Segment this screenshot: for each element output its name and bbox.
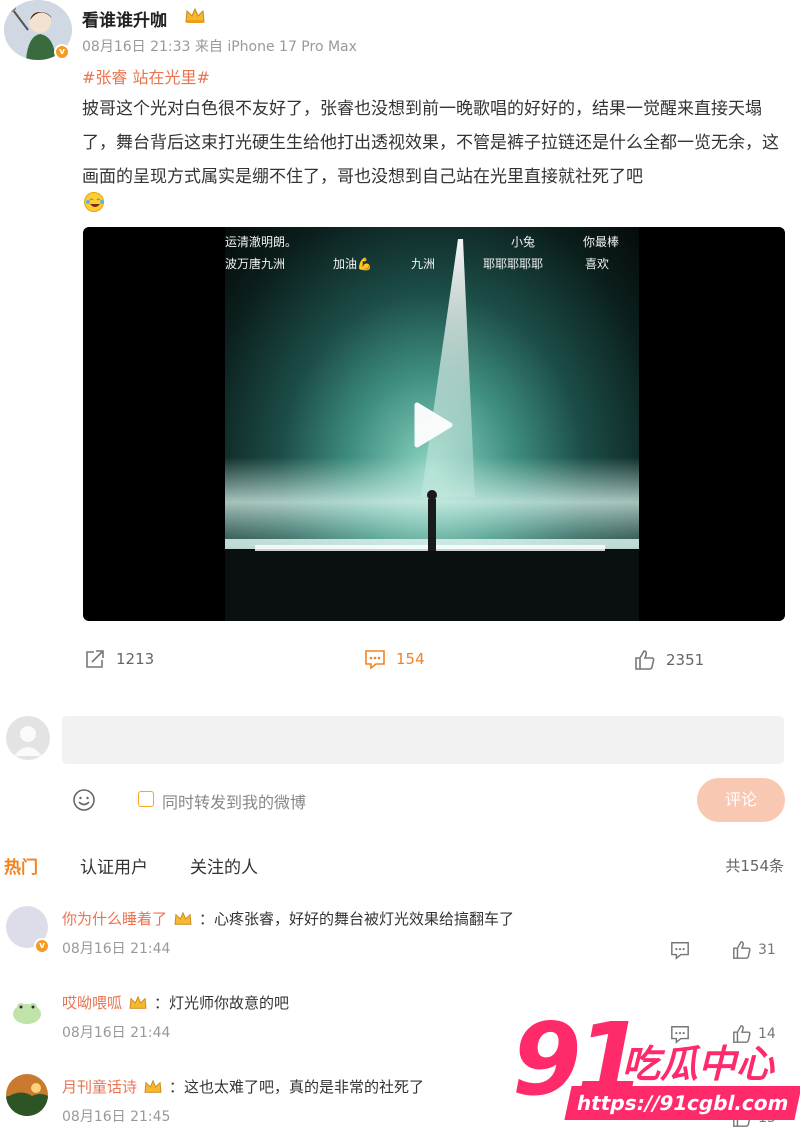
post-hashtag[interactable]: #张睿 站在光里#: [82, 64, 210, 88]
comment-text: ：灯光师你故意的吧: [154, 994, 290, 1012]
commenter-avatar[interactable]: [6, 990, 48, 1032]
repost-icon: [86, 650, 104, 668]
comment-icon: [365, 650, 385, 670]
comment-text: ：这也太难了吧，真的是非常的社死了: [169, 1078, 425, 1096]
comment-count: 154: [396, 650, 425, 668]
comment-input[interactable]: [62, 716, 784, 764]
thumbs-up-icon: [635, 650, 655, 670]
comment-like-button[interactable]: 14: [732, 1024, 776, 1044]
verified-badge-icon: v: [54, 44, 70, 60]
like-button[interactable]: 2351: [634, 649, 704, 671]
crown-icon: [144, 1079, 162, 1093]
verified-badge-icon: v: [34, 938, 50, 954]
reply-icon[interactable]: [670, 940, 690, 960]
repost-checkbox-label: 同时转发到我的微博: [162, 793, 307, 812]
comment-line: 月刊童话诗 ：这也太难了吧，真的是非常的社死了: [62, 1076, 424, 1097]
comment-line: 哎呦喂呱 ：灯光师你故意的吧: [62, 992, 289, 1013]
danmu-text: 加油💪: [333, 257, 372, 271]
comment-total: 共154条: [725, 857, 784, 875]
tab-following[interactable]: 关注的人: [190, 853, 258, 878]
tab-verified-users[interactable]: 认证用户: [80, 853, 148, 878]
danmu-text: 运清澈明朗。: [225, 235, 298, 249]
comment-line: 你为什么睡着了 ：心疼张睿，好好的舞台被灯光效果给搞翻车了: [62, 908, 514, 929]
commenter-name[interactable]: 哎呦喂呱: [62, 992, 122, 1013]
crown-icon: [129, 995, 147, 1009]
submit-comment-button[interactable]: 评论: [697, 778, 785, 822]
commenter-name[interactable]: 月刊童话诗: [62, 1076, 137, 1097]
laughing-tears-emoji-icon: [84, 192, 104, 212]
thumbs-up-icon: [733, 1025, 751, 1043]
tab-hot[interactable]: 热门: [4, 853, 38, 878]
comment-text: ：心疼张睿，好好的舞台被灯光效果给搞翻车了: [199, 910, 515, 928]
crown-icon: [184, 7, 206, 25]
danmu-text: 九洲: [411, 257, 436, 271]
like-count: 2351: [666, 651, 705, 669]
author-name[interactable]: 看谁谁升咖: [82, 6, 167, 31]
post-body: 披哥这个光对白色很不友好了，张睿也没想到前一晚歌唱的好好的，结果一觉醒来直接天塌…: [82, 99, 779, 187]
comment-like-count: 14: [758, 1026, 776, 1042]
repost-button[interactable]: 1213: [84, 648, 154, 670]
post-meta: 08月16日 21:33 来自 iPhone 17 Pro Max: [82, 36, 357, 56]
comment-timestamp: 08月16日 21:44: [62, 1025, 171, 1041]
repost-count: 1213: [116, 650, 155, 668]
current-user-avatar: [6, 716, 50, 760]
video-player[interactable]: 运清澈明朗。 小兔 你最棒 波万唐九洲 加油💪 九洲 耶耶耶耶耶 喜欢: [83, 227, 785, 621]
danmu-text: 你最棒: [583, 235, 620, 249]
commenter-avatar[interactable]: [6, 1074, 48, 1116]
danmu-text: 波万唐九洲: [225, 257, 286, 271]
comment-like-count: 31: [758, 942, 776, 958]
danmu-text: 耶耶耶耶耶: [483, 257, 544, 271]
watermark-url: https://91cgbl.com: [564, 1086, 800, 1120]
post-source: 来自 iPhone 17 Pro Max: [194, 39, 357, 55]
watermark-name: 吃瓜中心: [622, 1042, 775, 1086]
crown-icon: [174, 911, 192, 925]
comment-timestamp: 08月16日 21:44: [62, 941, 171, 957]
danmu-text: 小兔: [511, 235, 536, 249]
danmu-text: 喜欢: [585, 257, 610, 271]
commenter-name[interactable]: 你为什么睡着了: [62, 908, 167, 929]
comment-like-button[interactable]: 31: [732, 940, 776, 960]
emoji-picker-icon[interactable]: [72, 788, 96, 812]
play-icon[interactable]: [413, 402, 453, 448]
reply-icon[interactable]: [670, 1024, 690, 1044]
comment-timestamp: 08月16日 21:45: [62, 1109, 171, 1125]
repost-checkbox[interactable]: [138, 791, 154, 807]
post-timestamp: 08月16日 21:33: [82, 39, 191, 55]
thumbs-up-icon: [733, 941, 751, 959]
comment-button[interactable]: 154: [364, 648, 425, 670]
